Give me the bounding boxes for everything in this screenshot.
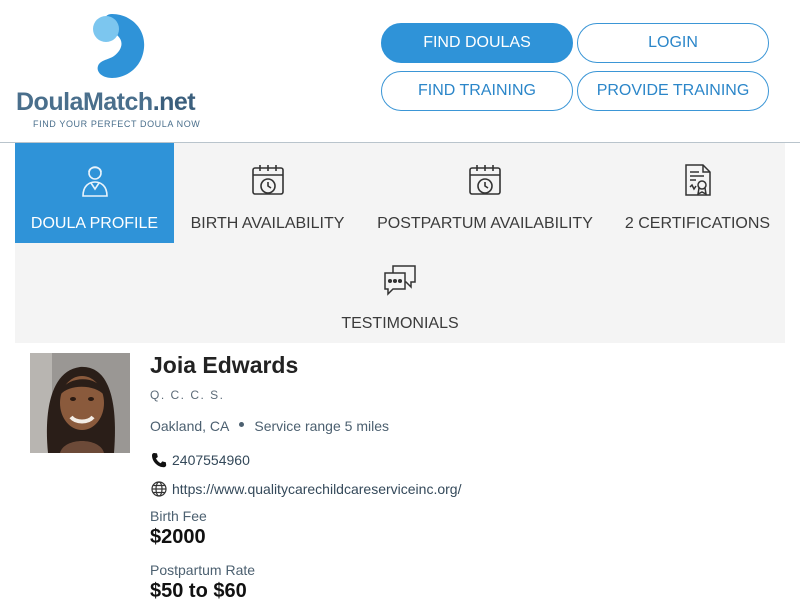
tab-doula-profile[interactable]: DOULA PROFILE bbox=[15, 143, 174, 243]
birth-fee-label: Birth Fee bbox=[150, 508, 207, 524]
postpartum-rate-label: Postpartum Rate bbox=[150, 562, 256, 578]
location-row: Oakland, CA Service range 5 miles bbox=[150, 418, 389, 434]
doula-photo bbox=[30, 353, 130, 453]
birth-fee-value: $2000 bbox=[150, 526, 206, 548]
chat-bubbles-icon bbox=[382, 261, 418, 299]
separator-dot bbox=[239, 421, 245, 427]
doula-company: Q. C. C. S. bbox=[150, 388, 225, 402]
profile-tabs: DOULA PROFILE BIRTH AVAILABILITY POSTPAR bbox=[15, 143, 785, 343]
logo-wordmark: DoulaMatch.net bbox=[16, 88, 196, 116]
globe-icon bbox=[150, 480, 167, 497]
find-doulas-button[interactable]: FIND DOULAS bbox=[381, 23, 573, 63]
phone-row[interactable]: 2407554960 bbox=[150, 451, 250, 468]
site-header: DoulaMatch.net FIND YOUR PERFECT DOULA N… bbox=[0, 0, 800, 143]
tab-label: 2 CERTIFICATIONS bbox=[624, 215, 771, 232]
tab-birth-availability[interactable]: BIRTH AVAILABILITY bbox=[180, 143, 355, 243]
doula-location: Oakland, CA bbox=[150, 418, 230, 434]
calendar-clock-icon bbox=[250, 161, 286, 199]
tab-testimonials[interactable]: TESTIMONIALS bbox=[315, 243, 485, 343]
tab-postpartum-availability[interactable]: POSTPARTUM AVAILABILITY bbox=[375, 143, 595, 243]
tab-certifications[interactable]: 2 CERTIFICATIONS bbox=[620, 143, 775, 243]
website-row[interactable]: https://www.qualitycarechildcareservicei… bbox=[150, 480, 461, 497]
logo-tagline: FIND YOUR PERFECT DOULA NOW bbox=[33, 119, 201, 129]
person-icon bbox=[77, 161, 113, 199]
calendar-clock-icon bbox=[467, 161, 503, 199]
doula-name: Joia Edwards bbox=[150, 352, 299, 378]
certificate-icon bbox=[680, 161, 716, 199]
phone-number[interactable]: 2407554960 bbox=[172, 452, 250, 468]
site-logo[interactable]: DoulaMatch.net FIND YOUR PERFECT DOULA N… bbox=[16, 12, 226, 132]
phone-icon bbox=[150, 451, 167, 468]
website-link[interactable]: https://www.qualitycarechildcareservicei… bbox=[172, 481, 461, 497]
login-button[interactable]: LOGIN bbox=[577, 23, 769, 63]
tab-label: BIRTH AVAILABILITY bbox=[190, 215, 345, 232]
service-range: Service range 5 miles bbox=[254, 418, 389, 434]
provide-training-button[interactable]: PROVIDE TRAINING bbox=[577, 71, 769, 111]
doula-portrait-icon bbox=[30, 353, 130, 453]
find-training-button[interactable]: FIND TRAINING bbox=[381, 71, 573, 111]
logo-mark-icon bbox=[93, 14, 145, 78]
tab-label: POSTPARTUM AVAILABILITY bbox=[377, 215, 593, 232]
tab-label: TESTIMONIALS bbox=[341, 315, 459, 332]
tab-label: DOULA PROFILE bbox=[30, 215, 159, 232]
